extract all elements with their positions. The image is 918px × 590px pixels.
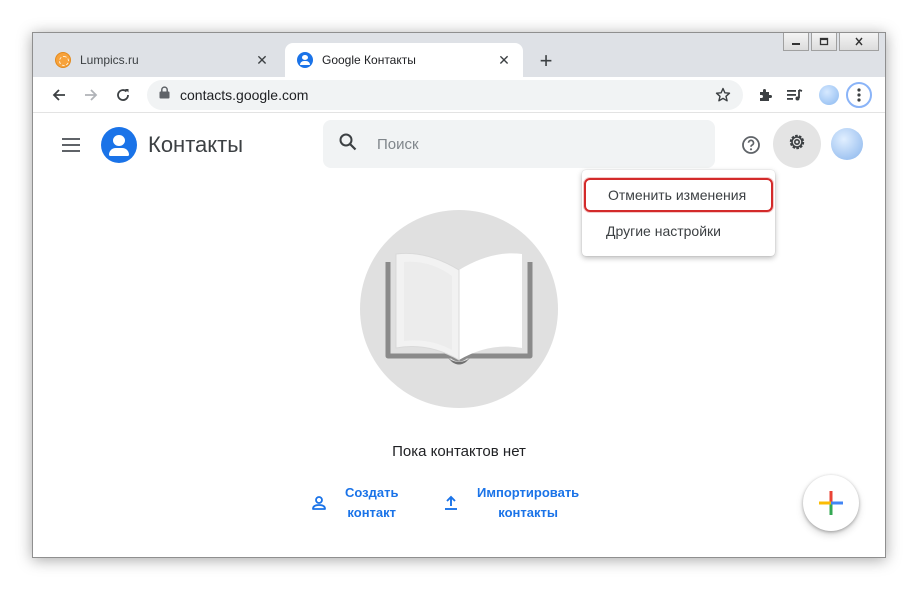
contacts-header: Контакты [33,113,885,177]
app-title[interactable]: Контакты [148,132,243,158]
settings-button[interactable] [773,120,821,168]
maximize-icon[interactable] [811,33,837,51]
browser-window: Lumpics.ru ✕ Google Контакты ✕ + contact… [32,32,886,558]
new-tab-button[interactable]: + [533,48,559,74]
tab-lumpics[interactable]: Lumpics.ru ✕ [43,43,281,77]
back-arrow-icon[interactable] [45,81,73,109]
contacts-favicon-icon [297,52,313,68]
lumpics-favicon-icon [55,52,71,68]
open-book-icon [385,252,533,365]
contacts-logo-icon[interactable] [101,127,137,163]
media-control-icon[interactable] [781,81,809,109]
search-input[interactable] [377,135,677,153]
create-contact-line1: Создать [345,485,399,500]
tab-title: Google Контакты [322,53,416,67]
kebab-menu-icon [846,82,872,108]
lock-icon[interactable] [159,86,170,104]
create-contact-label: Создать контакт [345,483,398,523]
tab-title: Lumpics.ru [80,53,139,67]
browser-menu-button[interactable] [845,81,873,109]
import-contacts-line1: Импортировать [477,485,580,500]
minimize-icon[interactable] [783,33,809,51]
menu-item-undo-changes[interactable]: Отменить изменения [584,178,773,212]
address-url: contacts.google.com [180,87,309,103]
create-contact-fab[interactable] [803,475,859,531]
window-controls [781,33,879,51]
window-close-icon[interactable] [839,33,879,51]
address-bar[interactable]: contacts.google.com [147,80,743,110]
forward-arrow-icon[interactable] [77,81,105,109]
tab-strip: Lumpics.ru ✕ Google Контакты ✕ + [33,33,885,77]
empty-state-illustration [360,210,558,408]
hamburger-icon[interactable] [59,133,83,157]
create-contact-line2: контакт [347,505,397,520]
create-contact-button[interactable]: Создать контакт [307,483,398,523]
help-icon[interactable] [737,131,765,159]
import-contacts-line2: контакты [498,505,558,520]
account-avatar[interactable] [831,128,863,160]
upload-icon [439,491,463,515]
person-add-icon [307,491,331,515]
import-contacts-label: Импортировать контакты [477,483,579,523]
extensions-icon[interactable] [751,81,779,109]
menu-item-other-settings[interactable]: Другие настройки [582,214,775,248]
search-box[interactable] [323,120,715,168]
browser-toolbar: contacts.google.com [33,77,885,113]
plus-icon [819,491,843,515]
settings-menu: Отменить изменения Другие настройки [582,170,775,256]
screenshot-stage: Lumpics.ru ✕ Google Контакты ✕ + contact… [0,0,918,590]
tab-google-contacts[interactable]: Google Контакты ✕ [285,43,523,77]
avatar [819,85,839,105]
empty-state-message: Пока контактов нет [392,443,526,460]
gear-icon [787,132,807,157]
profile-avatar[interactable] [815,81,843,109]
reload-icon[interactable] [109,81,137,109]
star-icon[interactable] [709,81,737,109]
import-contacts-button[interactable]: Импортировать контакты [439,483,579,523]
close-tab-icon[interactable]: ✕ [253,51,271,69]
search-icon[interactable] [339,133,357,156]
close-tab-icon[interactable]: ✕ [495,51,513,69]
